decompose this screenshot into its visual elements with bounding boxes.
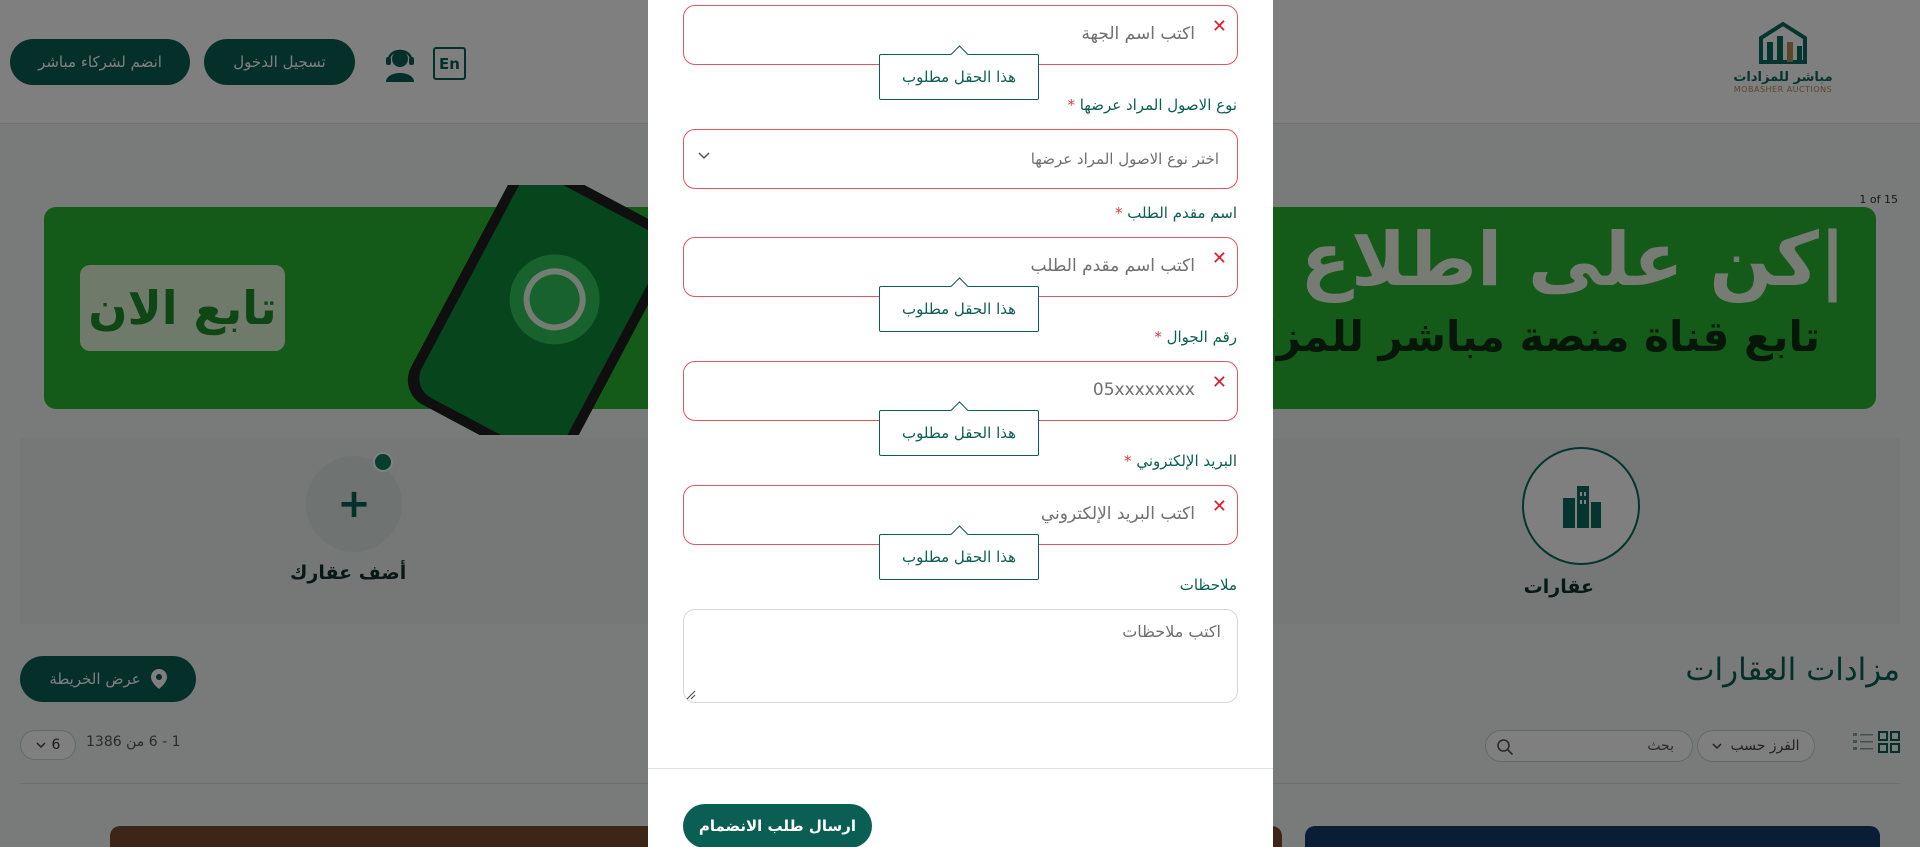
applicant-name-label-text: اسم مقدم الطلب bbox=[1127, 204, 1237, 222]
mobile-placeholder: 05xxxxxxxx bbox=[1092, 380, 1195, 400]
asset-type-select[interactable]: اختر نوع الاصول المراد عرضها bbox=[683, 129, 1238, 189]
join-request-modal: ✕ اكتب اسم الجهة هذا الحقل مطلوب نوع الا… bbox=[648, 0, 1273, 847]
notes-label: ملاحظات bbox=[1179, 576, 1237, 594]
asset-type-placeholder: اختر نوع الاصول المراد عرضها bbox=[1030, 150, 1219, 168]
modal-footer-divider bbox=[648, 768, 1273, 769]
asset-type-label-text: نوع الاصول المراد عرضها bbox=[1079, 96, 1237, 114]
chevron-down-icon bbox=[698, 152, 710, 160]
close-icon[interactable]: ✕ bbox=[1212, 372, 1227, 393]
resize-handle-icon[interactable] bbox=[686, 690, 696, 700]
required-mark: * bbox=[1124, 452, 1132, 470]
entity-name-placeholder: اكتب اسم الجهة bbox=[1081, 24, 1195, 44]
validation-tooltip: هذا الحقل مطلوب bbox=[879, 286, 1039, 332]
required-mark: * bbox=[1067, 96, 1075, 114]
validation-tooltip: هذا الحقل مطلوب bbox=[879, 410, 1039, 456]
validation-tooltip: هذا الحقل مطلوب bbox=[879, 534, 1039, 580]
close-icon[interactable]: ✕ bbox=[1212, 248, 1227, 269]
close-icon[interactable]: ✕ bbox=[1212, 16, 1227, 37]
email-placeholder: اكتب البريد الإلكتروني bbox=[1040, 504, 1195, 524]
notes-textarea[interactable]: اكتب ملاحظات bbox=[683, 609, 1238, 703]
applicant-name-label: اسم مقدم الطلب * bbox=[1111, 204, 1237, 222]
required-mark: * bbox=[1154, 328, 1162, 346]
mobile-label: رقم الجوال * bbox=[1150, 328, 1237, 346]
submit-join-request-button[interactable]: ارسال طلب الانضمام bbox=[683, 804, 872, 847]
required-mark: * bbox=[1114, 204, 1123, 222]
mobile-label-text: رقم الجوال bbox=[1166, 328, 1237, 346]
email-label-text: البريد الإلكتروني bbox=[1136, 452, 1237, 470]
notes-placeholder: اكتب ملاحظات bbox=[1122, 622, 1221, 641]
asset-type-label: نوع الاصول المراد عرضها * bbox=[1063, 96, 1237, 114]
close-icon[interactable]: ✕ bbox=[1212, 496, 1227, 517]
applicant-name-placeholder: اكتب اسم مقدم الطلب bbox=[1030, 256, 1195, 276]
email-label: البريد الإلكتروني * bbox=[1120, 452, 1237, 470]
validation-tooltip: هذا الحقل مطلوب bbox=[879, 54, 1039, 100]
